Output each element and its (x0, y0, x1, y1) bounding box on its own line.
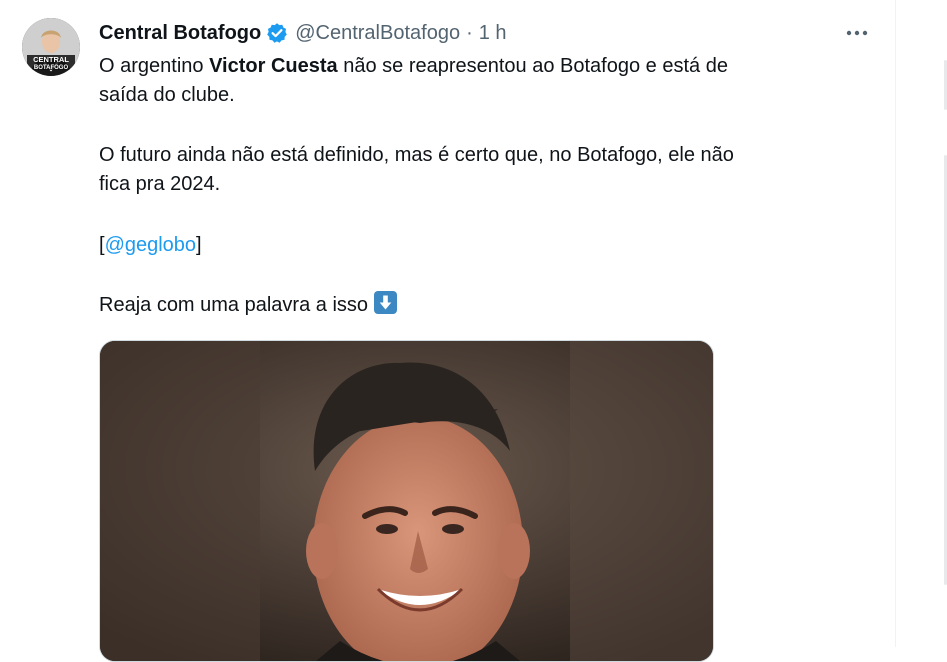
player-photo (100, 341, 713, 661)
sidebar-edge (896, 0, 947, 647)
separator-dot: · (466, 21, 473, 44)
text-segment: Reaja com uma palavra a isso (99, 294, 369, 316)
avatar-image: CENTRAL BOTAFOGO (22, 18, 80, 76)
tweet-text-line: O argentino Victor Cuesta não se reapres… (99, 52, 728, 81)
avatar-text-line1: CENTRAL (33, 55, 69, 64)
timestamp[interactable]: 1 h (479, 22, 507, 45)
tweet-text-line: saída do clube. (99, 84, 235, 106)
text-segment: não se reapresentou ao Botafogo e está d… (337, 55, 728, 77)
tweet-header: Central Botafogo @CentralBotafogo · 1 h (99, 20, 507, 46)
verified-badge-icon[interactable] (266, 22, 288, 44)
tweet-text-line: [@geglobo] (99, 231, 202, 260)
tweet-text-line: O futuro ainda não está definido, mas é … (99, 144, 734, 166)
tweet-card[interactable]: CENTRAL BOTAFOGO Central Botafogo @Centr… (0, 0, 895, 662)
tweet-media-image[interactable] (99, 340, 714, 662)
text-segment: O argentino (99, 55, 210, 77)
avatar[interactable]: CENTRAL BOTAFOGO (22, 18, 80, 76)
avatar-text-line2: BOTAFOGO (34, 65, 69, 71)
mention-link[interactable]: @geglobo (105, 234, 196, 256)
more-horizontal-icon (846, 30, 868, 36)
arrow-down-emoji-icon (374, 291, 398, 314)
more-options-button[interactable] (840, 22, 874, 44)
bold-name: Victor Cuesta (209, 55, 338, 77)
display-name[interactable]: Central Botafogo (99, 22, 261, 45)
user-handle[interactable]: @CentralBotafogo (295, 22, 460, 45)
tweet-text-line: Reaja com uma palavra a isso (99, 291, 398, 320)
tweet-text-line: fica pra 2024. (99, 173, 221, 195)
bracket: ] (196, 234, 202, 256)
